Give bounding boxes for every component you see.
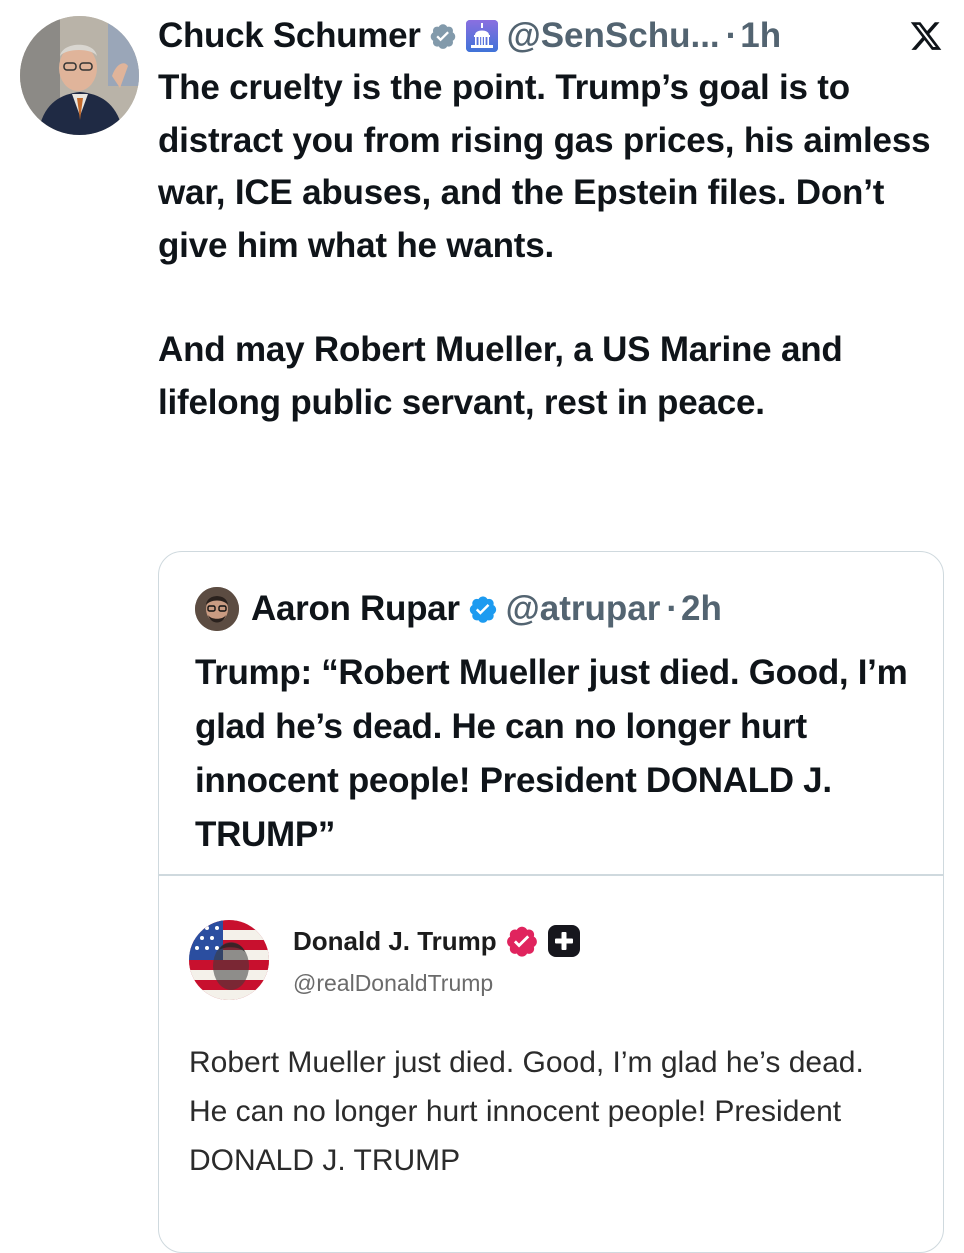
- tweet-body: The cruelty is the point. Trump’s goal i…: [158, 62, 948, 429]
- embedded-author-avatar: [189, 920, 269, 1000]
- author-handle[interactable]: @SenSchu...: [507, 16, 720, 56]
- quoted-tweet-timestamp[interactable]: 2h: [681, 589, 722, 629]
- embedded-author-handle: @realDonaldTrump: [293, 970, 494, 996]
- quoted-author-name[interactable]: Aaron Rupar: [251, 589, 460, 629]
- embedded-author-name: Donald J. Trump: [293, 925, 497, 956]
- quoted-tweet-header: Aaron Rupar @atrupar · 2h: [195, 587, 722, 631]
- divider: [159, 874, 943, 876]
- separator-dot: ·: [725, 16, 738, 55]
- quoted-author-handle[interactable]: @atrupar: [506, 589, 661, 629]
- author-name[interactable]: Chuck Schumer: [158, 16, 421, 56]
- tweet-paragraph: The cruelty is the point. Trump’s goal i…: [158, 68, 931, 265]
- quoted-author-avatar[interactable]: [195, 587, 239, 631]
- quoted-tweet-card[interactable]: Aaron Rupar @atrupar · 2h Trump: “Robert…: [158, 551, 944, 1253]
- x-logo-icon: [908, 19, 944, 53]
- quoted-tweet-body: Trump: “Robert Mueller just died. Good, …: [195, 653, 908, 854]
- tweet-header: Chuck Schumer @SenSchu... · 1h: [158, 12, 944, 60]
- tweet-paragraph: And may Robert Mueller, a US Marine and …: [158, 330, 843, 422]
- separator-dot: ·: [666, 589, 679, 628]
- verified-gray-badge-icon: [429, 22, 457, 50]
- plus-badge-icon: [547, 924, 581, 958]
- author-avatar[interactable]: [20, 16, 139, 135]
- tweet-timestamp[interactable]: 1h: [740, 16, 781, 56]
- capitol-building-icon: [465, 19, 499, 53]
- verified-blue-badge-icon: [468, 594, 498, 624]
- embedded-post-body: Robert Mueller just died. Good, I’m glad…: [189, 1046, 864, 1177]
- verified-red-badge-icon: [505, 924, 539, 958]
- embedded-author-row: Donald J. Trump: [293, 924, 581, 958]
